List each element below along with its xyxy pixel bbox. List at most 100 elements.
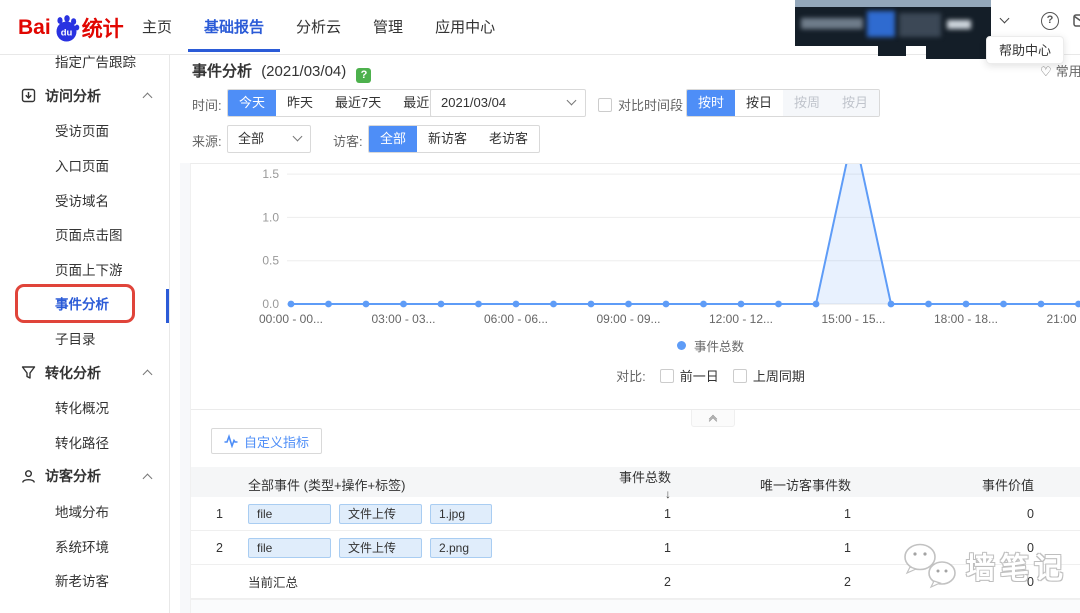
sidebar-item-转化概况[interactable]: 转化概况: [0, 390, 169, 425]
compare-options-row: 对比: 前一日 上周同期: [266, 359, 1080, 392]
sidebar-item-访问分析[interactable]: 访问分析: [0, 79, 169, 114]
chevron-down-icon: [566, 95, 577, 106]
checkbox[interactable]: [659, 369, 674, 383]
sidebar: 指定广告跟踪 访问分析 受访页面 入口页面 受访域名 页面点击图 页面上下游 事件分析 子目录转…: [0, 55, 170, 613]
sidebar-item-系统环境[interactable]: 系统环境: [0, 528, 169, 563]
sidebar-item-受访域名[interactable]: 受访域名: [0, 182, 169, 217]
event-tag: file: [248, 537, 331, 558]
time-option-最近7天[interactable]: 最近7天: [324, 90, 392, 116]
sidebar-item-地域分布[interactable]: 地域分布: [0, 494, 169, 529]
redacted-block: [926, 46, 986, 59]
logo-text-bai: Bai: [18, 16, 51, 39]
table-row[interactable]: 2 file 文件上传 2.png 1 1 0: [191, 531, 1080, 565]
nav-tab-应用中心[interactable]: 应用中心: [419, 0, 511, 52]
report-date: (2021/03/04): [261, 63, 347, 80]
sidebar-item-新老访客[interactable]: 新老访客: [0, 563, 169, 598]
help-icon[interactable]: ?: [1041, 12, 1059, 30]
source-filter-label: 来源:: [192, 134, 222, 149]
svg-text:0.5: 0.5: [262, 254, 279, 268]
logo-text-tongji: 统计: [81, 18, 124, 41]
svg-text:18:00 - 18...: 18:00 - 18...: [934, 312, 998, 326]
compare-label: 对比:: [616, 369, 646, 384]
source-dropdown[interactable]: 全部: [227, 125, 311, 153]
chevron-down-icon[interactable]: [999, 13, 1010, 24]
custom-metric-button[interactable]: 自定义指标: [211, 428, 323, 454]
compare-option-上周同期[interactable]: 上周同期: [732, 366, 805, 385]
collapse-chart-button[interactable]: [691, 410, 735, 427]
nav-tab-分析云[interactable]: 分析云: [280, 0, 357, 52]
time-filter-label: 时间:: [192, 98, 222, 113]
active-item-indicator: [166, 289, 169, 323]
svg-text:09:00 - 09...: 09:00 - 09...: [596, 312, 660, 326]
sidebar-item-转化分析[interactable]: 转化分析: [0, 355, 169, 390]
events-line-chart[interactable]: 0.0 0.5 1.0 1.5 00:00 - 00... 03:00 - 03... 06…: [191, 164, 1080, 331]
redacted-block: [878, 46, 906, 56]
visitor-option-老访客[interactable]: 老访客: [478, 126, 539, 152]
person-icon: [20, 468, 36, 484]
granularity-option-按日[interactable]: 按日: [735, 90, 783, 116]
help-badge-icon[interactable]: ?: [356, 68, 372, 83]
event-tag: file: [248, 503, 331, 524]
redacted-site-selector[interactable]: [795, 0, 991, 46]
event-tag: 文件上传: [339, 503, 422, 524]
chevron-up-icon: [142, 92, 153, 103]
sidebar-item-访客分析[interactable]: 访客分析: [0, 459, 169, 494]
svg-text:15:00 - 15...: 15:00 - 15...: [821, 312, 885, 326]
sidebar-item-转化路径[interactable]: 转化路径: [0, 425, 169, 460]
time-option-昨天[interactable]: 昨天: [276, 90, 324, 116]
checkbox[interactable]: [598, 98, 612, 112]
svg-text:0.0: 0.0: [262, 297, 279, 311]
table-summary-row: 当前汇总 2 2 0: [191, 565, 1080, 599]
granularity-option-按月: 按月: [831, 90, 880, 116]
granularity-option-按时[interactable]: 按时: [687, 90, 736, 116]
events-table: 全部事件 (类型+操作+标签) 事件总数↓ 唯一访客事件数 事件价值 1 file…: [191, 467, 1080, 613]
compare-period-checkbox[interactable]: 对比时间段: [598, 95, 683, 114]
content-gutter: [180, 163, 190, 613]
main-nav-tabs: 主页 基础报告 分析云 管理 应用中心: [126, 0, 511, 55]
sidebar-item-事件分析[interactable]: 事件分析: [0, 286, 169, 321]
svg-text:12:00 - 12...: 12:00 - 12...: [709, 312, 773, 326]
col-event-value[interactable]: 事件价值: [851, 475, 1034, 494]
nav-tab-主页[interactable]: 主页: [126, 0, 188, 52]
legend-dot-icon: [676, 340, 686, 350]
page-title: 事件分析 (2021/03/04) ?: [192, 60, 372, 83]
col-unique-visitors[interactable]: 唯一访客事件数: [671, 475, 851, 494]
visitor-option-新访客[interactable]: 新访客: [417, 126, 478, 152]
table-row[interactable]: 1 file 文件上传 1.jpg 1 1 0: [191, 497, 1080, 531]
date-picker[interactable]: 2021/03/04: [430, 89, 586, 117]
checkbox[interactable]: [732, 369, 747, 383]
pulse-icon: [224, 434, 238, 448]
visit-icon: [20, 88, 36, 104]
legend-label: 事件总数: [693, 339, 744, 354]
sidebar-item-页面点击图[interactable]: 页面点击图: [0, 217, 169, 252]
message-icon[interactable]: [1073, 14, 1080, 32]
event-tag: 2.png: [430, 537, 492, 558]
visitor-option-全部[interactable]: 全部: [369, 126, 418, 152]
sidebar-item-受访页面[interactable]: 受访页面: [0, 113, 169, 148]
visitor-segmented: 全部 新访客 老访客: [368, 125, 541, 153]
time-option-今天[interactable]: 今天: [228, 90, 277, 116]
heart-icon: ♡: [1040, 64, 1052, 79]
svg-text:06:00 - 06...: 06:00 - 06...: [484, 312, 548, 326]
compare-option-前一日[interactable]: 前一日: [659, 366, 719, 385]
nav-tab-管理[interactable]: 管理: [357, 0, 419, 52]
sidebar-item-页面上下游[interactable]: 页面上下游: [0, 252, 169, 287]
table-header-row: 全部事件 (类型+操作+标签) 事件总数↓ 唯一访客事件数 事件价值: [191, 467, 1080, 501]
svg-text:00:00 - 00...: 00:00 - 00...: [259, 312, 323, 326]
svg-text:03:00 - 03...: 03:00 - 03...: [371, 312, 435, 326]
nav-tab-基础报告[interactable]: 基础报告: [188, 0, 281, 52]
report-card: 0.0 0.5 1.0 1.5 00:00 - 00... 03:00 - 03... 06…: [190, 163, 1080, 613]
col-all-events: 全部事件 (类型+操作+标签): [248, 477, 406, 493]
date-value: 2021/03/04: [441, 95, 507, 110]
svg-text:1.0: 1.0: [262, 210, 279, 224]
granularity-segmented: 按时 按日 按周 按月: [686, 89, 881, 117]
col-event-total[interactable]: 事件总数↓: [611, 467, 671, 501]
chevron-down-icon: [292, 131, 303, 142]
chart-legend[interactable]: 事件总数: [266, 331, 1080, 359]
event-tag: 文件上传: [339, 537, 422, 558]
chevron-up-icon: [142, 369, 153, 380]
event-tag: 1.jpg: [430, 503, 492, 524]
baidu-tongji-logo[interactable]: Bai du 统计: [18, 11, 124, 45]
sidebar-item-入口页面[interactable]: 入口页面: [0, 148, 169, 183]
sidebar-item-子目录[interactable]: 子目录: [0, 321, 169, 356]
